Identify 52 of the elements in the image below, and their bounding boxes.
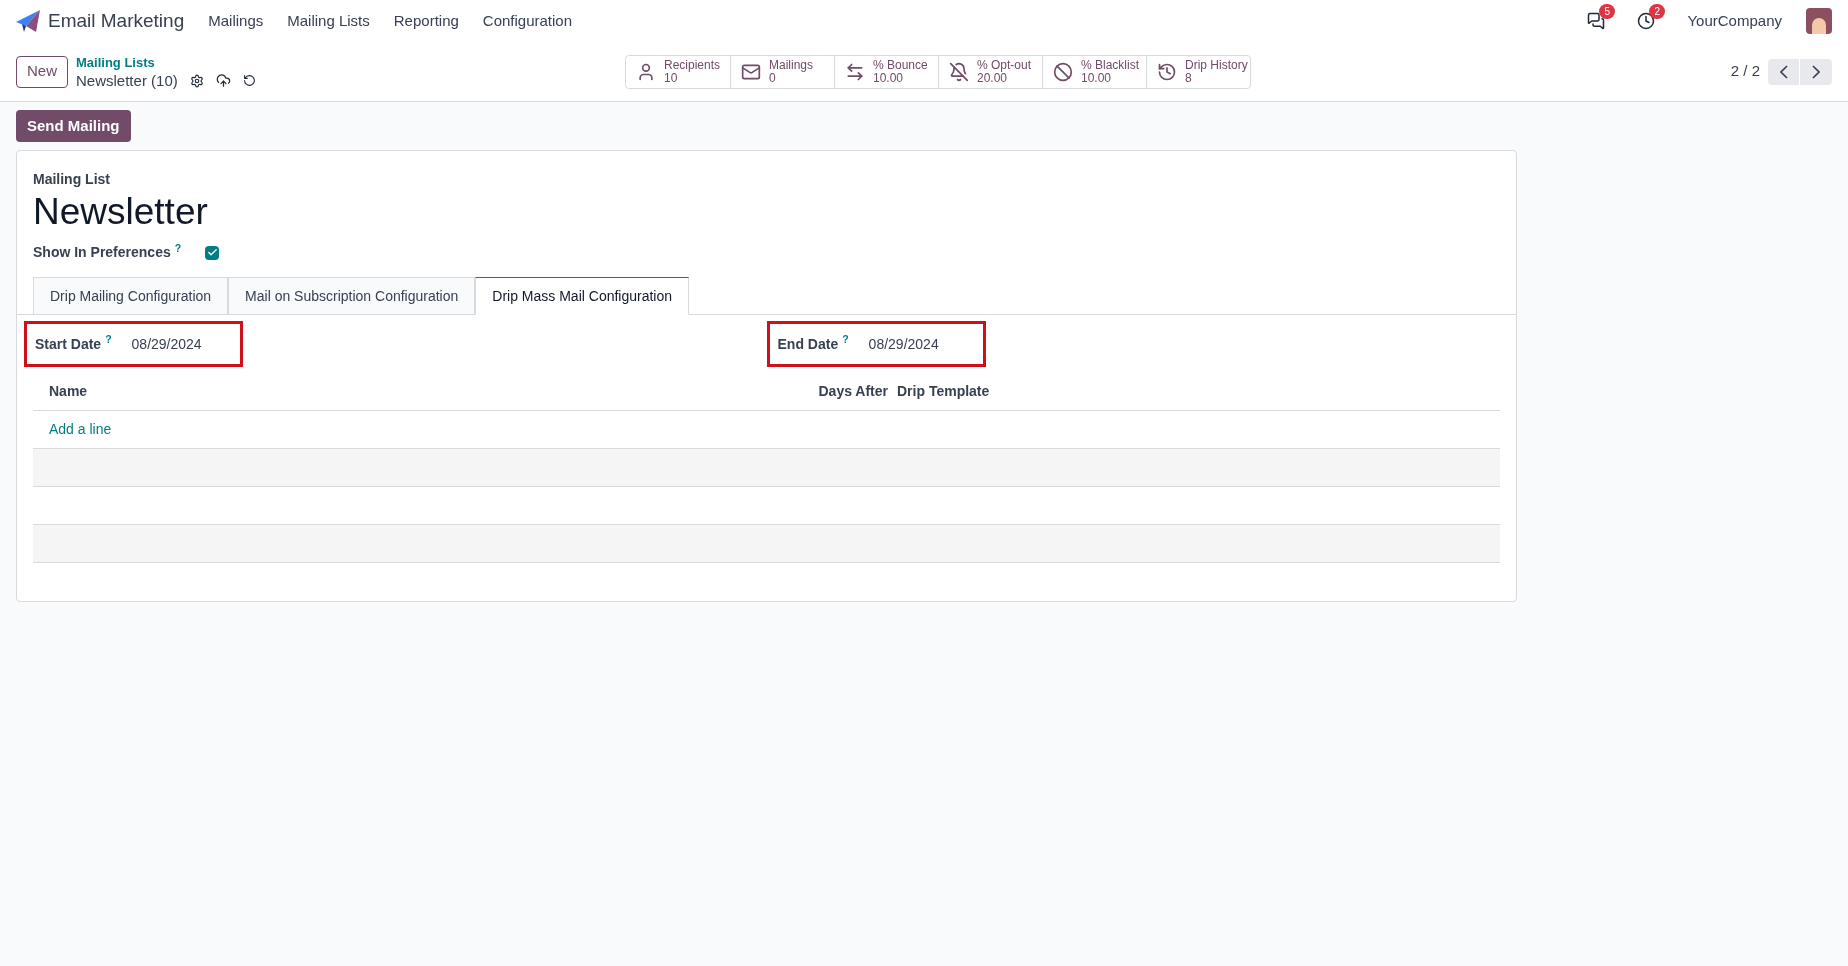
arrows-icon xyxy=(845,61,865,82)
menu-item[interactable]: Mailing Lists xyxy=(287,9,370,33)
date-value: 08/29/2024 xyxy=(868,334,939,354)
record-name: Newsletter (10) xyxy=(76,71,178,90)
bell-off-icon xyxy=(949,61,969,82)
form-label: Mailing List xyxy=(33,170,111,189)
avatar-icon[interactable] xyxy=(1806,8,1832,34)
chevron-left-icon xyxy=(1779,64,1788,79)
settings-icon[interactable] xyxy=(189,73,204,88)
checkbox[interactable] xyxy=(205,245,220,260)
chevron-right-icon xyxy=(1812,64,1820,79)
app-logo-icon xyxy=(16,10,40,32)
breadcrumb-link[interactable]: Mailing Lists xyxy=(76,53,256,72)
stat-button[interactable]: % Blacklist 10.00 xyxy=(1042,55,1146,88)
add-line-link[interactable]: Add a line xyxy=(49,419,112,440)
chat-icon[interactable] xyxy=(1587,12,1606,30)
stat-button[interactable]: Recipients 10 xyxy=(626,55,730,88)
date-field[interactable]: End Date $^{?}$ 08/29/2024 xyxy=(766,321,986,367)
field-label: Start Date $^{?}$ xyxy=(35,333,112,354)
clock-icon[interactable] xyxy=(1637,12,1656,30)
menu-item[interactable]: Mailings xyxy=(208,9,264,33)
undo-icon[interactable] xyxy=(242,74,256,87)
cloud-upload-icon[interactable] xyxy=(215,73,231,88)
app-name: Email Marketing xyxy=(48,8,185,33)
field-label: End Date $^{?}$ xyxy=(777,333,849,354)
date-field[interactable]: Start Date $^{?}$ 08/29/2024 xyxy=(24,321,243,367)
record-title: Newsletter xyxy=(33,190,209,234)
messages-badge: 5 xyxy=(1599,4,1616,19)
send-mailing-button[interactable]: Send Mailing xyxy=(16,110,131,142)
new-button[interactable]: New xyxy=(16,55,68,88)
field-label: Show In Preferences $^{?}$ xyxy=(33,242,182,262)
ban-icon xyxy=(1053,61,1073,82)
menu-item[interactable]: Configuration xyxy=(482,9,573,33)
column-header: Days After xyxy=(817,382,888,401)
stat-button[interactable]: Mailings 0 xyxy=(730,55,834,88)
stat-button[interactable]: % Bounce 10.00 xyxy=(834,55,938,88)
tab[interactable]: Drip Mailing Configuration xyxy=(33,277,229,315)
next-button[interactable] xyxy=(1800,58,1832,85)
person-icon xyxy=(636,61,656,82)
stat-button[interactable]: Drip History 8 xyxy=(1146,55,1250,88)
previous-button[interactable] xyxy=(1768,58,1800,85)
menu-item[interactable]: Reporting xyxy=(393,9,459,33)
column-header: Drip Template xyxy=(896,382,990,401)
column-header: Name xyxy=(48,382,89,401)
date-value: 08/29/2024 xyxy=(131,334,202,354)
history-icon xyxy=(1157,61,1177,82)
pager-value: 2 / 2 xyxy=(1730,61,1760,82)
tab[interactable]: Mail on Subscription Configuration xyxy=(228,277,476,315)
stat-button[interactable]: % Opt-out 20.00 xyxy=(938,55,1042,88)
tab[interactable]: Drip Mass Mail Configuration xyxy=(475,277,690,315)
activities-badge: 2 xyxy=(1649,4,1666,19)
company-name[interactable]: YourCompany xyxy=(1687,9,1782,33)
